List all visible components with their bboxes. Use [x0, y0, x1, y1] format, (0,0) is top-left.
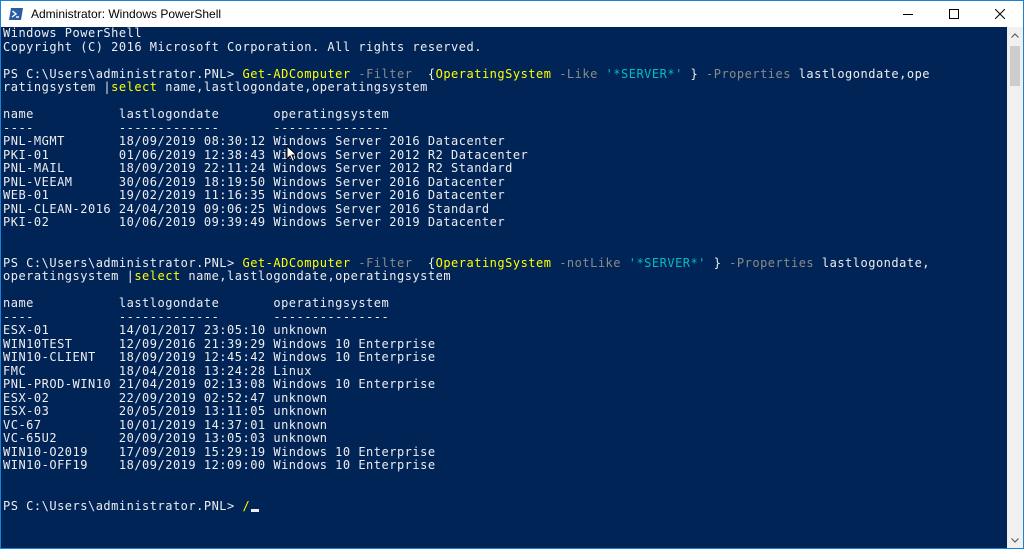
- table-row: VC-67 10/01/2019 14:37:01 unknown: [3, 419, 327, 433]
- parameter: -Properties: [729, 256, 814, 270]
- input-line[interactable]: PS C:\Users\administrator.PNL> /: [3, 500, 259, 514]
- scroll-down-button[interactable]: [1007, 532, 1023, 549]
- table-header: name lastlogondate operatingsystem: [3, 297, 389, 311]
- wrapped-text: operatingsystem |: [3, 269, 134, 283]
- table-row: PKI-01 01/06/2019 12:38:43 Windows Serve…: [3, 149, 528, 163]
- window-title: Administrator: Windows PowerShell: [31, 7, 885, 21]
- property-name: OperatingSystem: [436, 256, 552, 270]
- table-row: WIN10-CLIENT 18/09/2019 12:45:42 Windows…: [3, 351, 436, 365]
- text-cursor: [251, 509, 259, 512]
- typed-input[interactable]: /: [242, 499, 250, 513]
- parameter: -Filter: [351, 67, 421, 81]
- table-row: PNL-CLEAN-2016 24/04/2019 09:06:25 Windo…: [3, 203, 490, 217]
- table-row: WIN10TEST 12/09/2016 21:39:29 Windows 10…: [3, 338, 436, 352]
- parameter: -Properties: [706, 67, 791, 81]
- command-line: PS C:\Users\administrator.PNL> Get-ADCom…: [3, 68, 930, 82]
- maximize-button[interactable]: [931, 1, 977, 27]
- brace: {: [420, 256, 435, 270]
- table-row: ESX-02 22/09/2019 02:52:47 unknown: [3, 392, 327, 406]
- table-row: ESX-03 20/05/2019 13:11:05 unknown: [3, 405, 327, 419]
- table-row: PNL-PROD-WIN10 21/04/2019 02:13:08 Windo…: [3, 378, 436, 392]
- select-keyword: select: [111, 80, 157, 94]
- command-line-wrap: operatingsystem |select name,lastlogonda…: [3, 270, 451, 284]
- console-output[interactable]: Windows PowerShell Copyright (C) 2016 Mi…: [1, 27, 1007, 549]
- properties-list: lastlogondate,: [814, 256, 930, 270]
- minimize-icon: [903, 9, 913, 19]
- table-row: PNL-VEEAM 30/06/2019 18:19:50 Windows Se…: [3, 176, 505, 190]
- brace: }: [683, 67, 706, 81]
- prompt: PS C:\Users\administrator.PNL>: [3, 67, 242, 81]
- scroll-thumb[interactable]: [1010, 46, 1020, 86]
- chevron-down-icon: [1011, 538, 1019, 543]
- wrapped-text: ratingsystem |: [3, 80, 111, 94]
- cmdlet: Get-ADComputer: [242, 67, 350, 81]
- table-row: VC-65U2 20/09/2019 13:05:03 unknown: [3, 432, 327, 446]
- prompt: PS C:\Users\administrator.PNL>: [3, 256, 242, 270]
- table-divider: ---- ------------- ---------------: [3, 311, 389, 325]
- string-value: '*SERVER*': [629, 256, 706, 270]
- table-row: FMC 18/04/2018 13:24:28 Linux: [3, 365, 312, 379]
- table-row: ESX-01 14/01/2017 23:05:10 unknown: [3, 324, 327, 338]
- select-args: name,lastlogondate,operatingsystem: [181, 269, 451, 283]
- prompt: PS C:\Users\administrator.PNL>: [3, 499, 242, 513]
- powershell-icon[interactable]: [8, 6, 24, 22]
- select-keyword: select: [134, 269, 180, 283]
- property-name: OperatingSystem: [436, 67, 552, 81]
- minimize-button[interactable]: [885, 1, 931, 27]
- cmdlet: Get-ADComputer: [242, 256, 350, 270]
- title-bar[interactable]: Administrator: Windows PowerShell: [1, 1, 1023, 27]
- parameter: -Filter: [351, 256, 421, 270]
- table-header: name lastlogondate operatingsystem: [3, 108, 389, 122]
- chevron-up-icon: [1011, 33, 1019, 38]
- table-row: PNL-MGMT 18/09/2019 08:30:12 Windows Ser…: [3, 135, 505, 149]
- table-row: WIN10-OFF19 18/09/2019 12:09:00 Windows …: [3, 459, 436, 473]
- header-line: Copyright (C) 2016 Microsoft Corporation…: [3, 41, 482, 55]
- table-divider: ---- ------------- ---------------: [3, 122, 389, 136]
- brace: {: [420, 67, 435, 81]
- table-row: WEB-01 19/02/2019 11:16:35 Windows Serve…: [3, 189, 505, 203]
- brace: }: [706, 256, 729, 270]
- table-row: PKI-02 10/06/2019 09:39:49 Windows Serve…: [3, 216, 505, 230]
- close-button[interactable]: [977, 1, 1023, 27]
- command-line-wrap: ratingsystem |select name,lastlogondate,…: [3, 81, 428, 95]
- command-line: PS C:\Users\administrator.PNL> Get-ADCom…: [3, 257, 930, 271]
- header-line: Windows PowerShell: [3, 27, 142, 41]
- scroll-up-button[interactable]: [1007, 27, 1023, 44]
- operator: -Like: [551, 67, 605, 81]
- close-icon: [995, 9, 1005, 19]
- powershell-window: Administrator: Windows PowerShell Window…: [0, 0, 1024, 549]
- properties-list: lastlogondate,ope: [791, 67, 930, 81]
- mouse-pointer-icon: [286, 145, 298, 163]
- string-value: '*SERVER*': [606, 67, 683, 81]
- operator: -notLike: [551, 256, 628, 270]
- table-row: WIN10-O2019 17/09/2019 15:29:19 Windows …: [3, 446, 436, 460]
- table-row: PNL-MAIL 18/09/2019 22:11:24 Windows Ser…: [3, 162, 513, 176]
- maximize-icon: [949, 9, 959, 19]
- vertical-scrollbar[interactable]: [1007, 27, 1023, 549]
- select-args: name,lastlogondate,operatingsystem: [158, 80, 428, 94]
